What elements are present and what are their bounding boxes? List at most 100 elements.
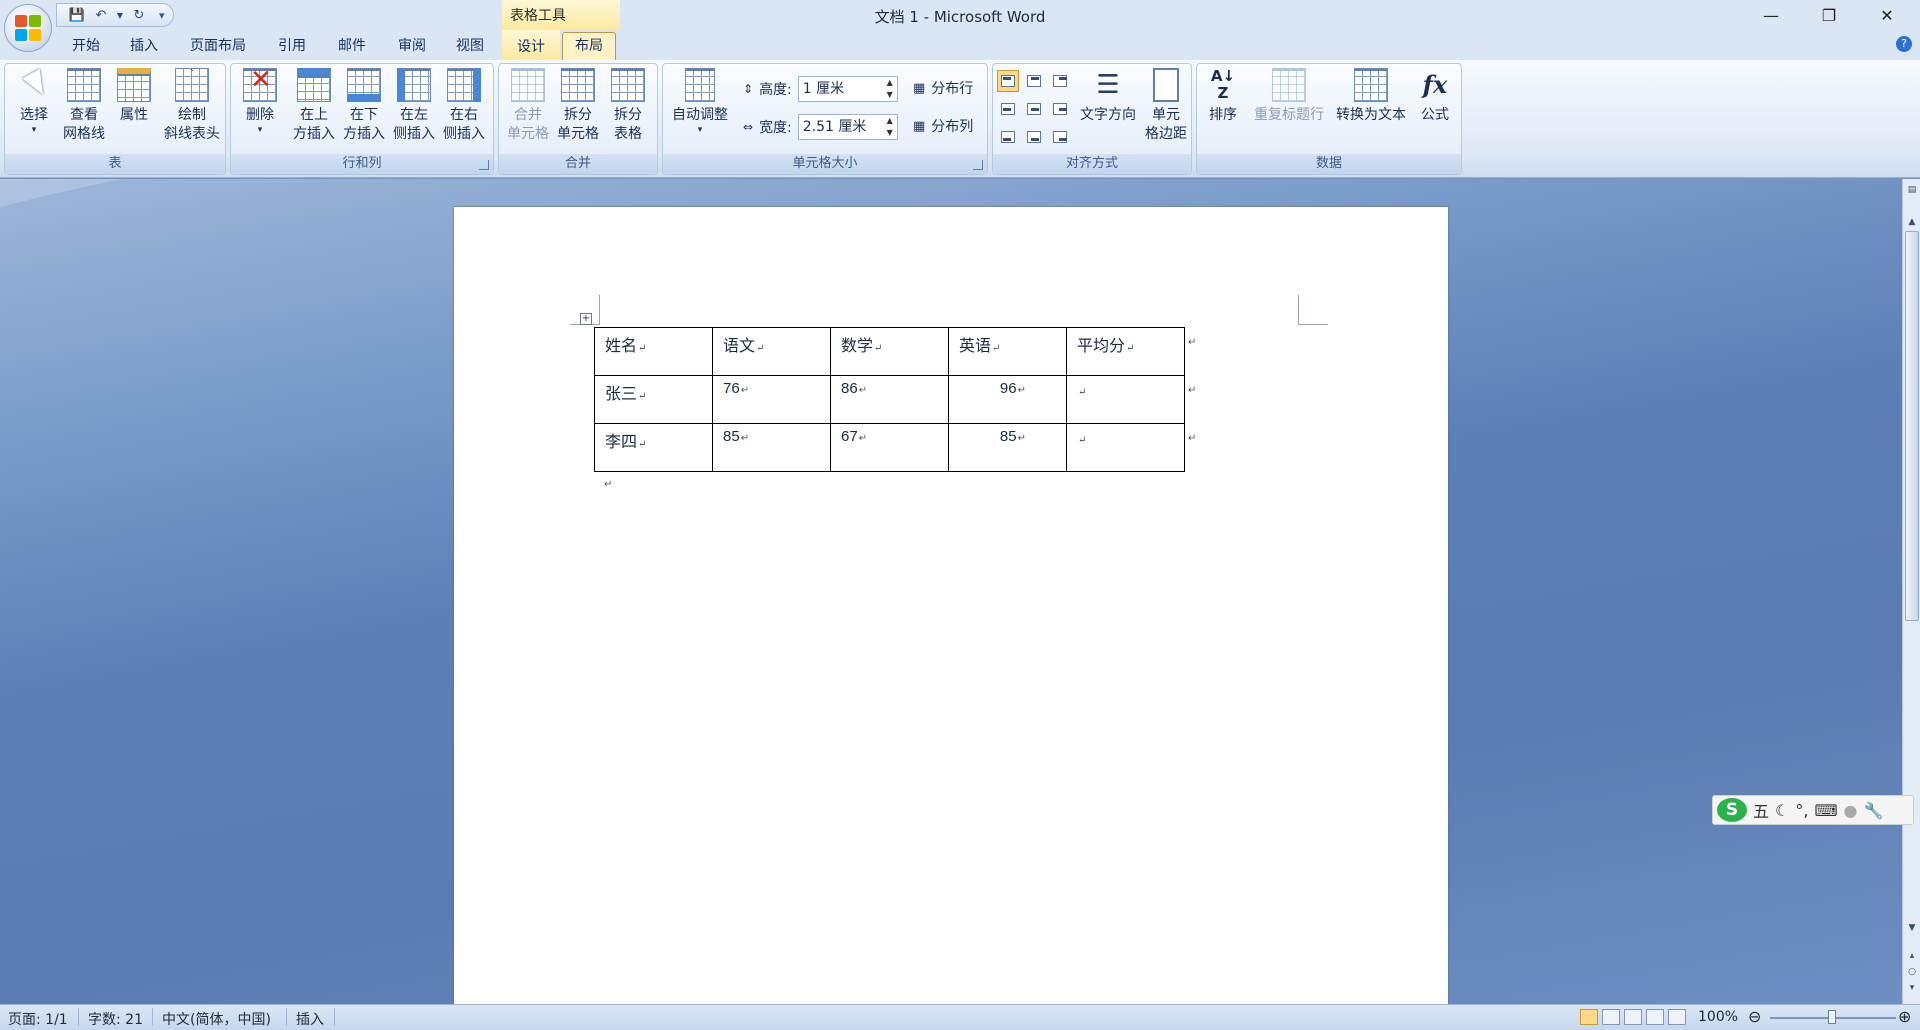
table-cell[interactable]: 李四↵ (594, 423, 713, 472)
merge-cells-button[interactable]: 合并 单元格 (503, 68, 553, 152)
align-top-center-button[interactable] (1023, 70, 1045, 92)
table-cell[interactable]: 数学↵ (830, 327, 949, 376)
draft-view-icon[interactable] (1668, 1009, 1686, 1025)
browse-object-icon[interactable]: ○ (1905, 965, 1919, 979)
document-page[interactable]: + 姓名↵ 语文↵ 数学↵ 英语↵ 平均分↵ 张三↵ 76↵ 86↵ 96↵ ↵… (454, 207, 1448, 1004)
redo-icon[interactable]: ↻ (129, 5, 149, 25)
zoom-in-icon[interactable]: ⊕ (1898, 1007, 1911, 1026)
table-cell[interactable]: ↵ (1066, 423, 1185, 472)
view-gridlines-button[interactable]: 查看 网格线 (59, 68, 109, 152)
insert-right-button[interactable]: 在右 侧插入 (439, 68, 489, 152)
table-cell[interactable]: 85↵ (712, 423, 831, 472)
align-bottom-right-button[interactable] (1049, 126, 1071, 148)
scroll-up-icon[interactable]: ▲ (1905, 215, 1919, 229)
zoom-out-icon[interactable]: ⊖ (1748, 1007, 1761, 1026)
tab-references[interactable]: 引用 (272, 35, 312, 59)
tab-home[interactable]: 开始 (66, 35, 106, 59)
formula-button[interactable]: fx 公式 (1413, 68, 1457, 152)
table-move-handle-icon[interactable]: + (580, 313, 592, 325)
save-icon[interactable]: 💾 (67, 5, 87, 25)
word-count[interactable]: 字数: 21 (88, 1009, 143, 1029)
autofit-button[interactable]: 自动调整 ▾ (665, 68, 735, 152)
height-input[interactable]: 1 厘米 ▲ ▼ (797, 76, 898, 102)
keyboard-icon[interactable]: ⌨ (1814, 801, 1837, 820)
scroll-down-icon[interactable]: ▼ (1905, 921, 1919, 935)
help-icon[interactable]: ? (1896, 36, 1912, 52)
align-bottom-left-button[interactable] (997, 126, 1019, 148)
table-cell[interactable]: 语文↵ (712, 327, 831, 376)
table-cell[interactable]: 英语↵ (948, 327, 1067, 376)
tab-insert[interactable]: 插入 (124, 35, 164, 59)
text-direction-button[interactable]: ☰ 文字方向 (1075, 68, 1141, 152)
dialog-launcher-icon[interactable] (973, 160, 983, 170)
split-table-button[interactable]: 拆分 表格 (603, 68, 653, 152)
scroll-thumb[interactable] (1905, 231, 1919, 621)
page-count[interactable]: 页面: 1/1 (8, 1009, 68, 1029)
office-button[interactable] (4, 4, 52, 52)
spinner-arrows-icon[interactable]: ▲ ▼ (887, 115, 893, 139)
repeat-header-rows-button[interactable]: 重复标题行 (1249, 68, 1329, 152)
zoom-slider-thumb[interactable] (1828, 1010, 1836, 1024)
table-cell[interactable]: 张三↵ (594, 375, 713, 424)
undo-dropdown-icon[interactable]: ▼ (115, 5, 125, 25)
split-cells-button[interactable]: 拆分 单元格 (553, 68, 603, 152)
full-screen-reading-icon[interactable] (1602, 1009, 1620, 1025)
tab-design[interactable]: 设计 (502, 30, 560, 60)
width-input[interactable]: 2.51 厘米 ▲ ▼ (797, 114, 898, 140)
wrench-icon[interactable]: 🔧 (1864, 801, 1884, 820)
customize-qat-icon[interactable]: ▾ (159, 9, 165, 22)
table-cell[interactable]: 76↵ (712, 375, 831, 424)
insert-mode[interactable]: 插入 (296, 1009, 324, 1029)
align-middle-center-button[interactable] (1023, 98, 1045, 120)
tab-layout[interactable]: 布局 (562, 32, 616, 60)
print-layout-view-icon[interactable] (1580, 1009, 1598, 1025)
table-cell[interactable]: 85↵ (948, 423, 1067, 472)
align-top-left-button[interactable] (997, 70, 1019, 92)
properties-button[interactable]: 属性 (109, 68, 159, 152)
ime-toolbar[interactable]: S 五 ☾ °, ⌨ ● 🔧 (1712, 795, 1914, 825)
language[interactable]: 中文(简体，中国) (162, 1009, 271, 1029)
zoom-level[interactable]: 100% (1698, 1009, 1738, 1025)
insert-left-button[interactable]: 在左 侧插入 (389, 68, 439, 152)
table-cell[interactable]: ↵ (1066, 375, 1185, 424)
user-icon[interactable]: ● (1844, 801, 1858, 820)
undo-icon[interactable]: ↶ (91, 5, 111, 25)
tab-mailings[interactable]: 邮件 (332, 35, 372, 59)
web-layout-icon[interactable] (1624, 1009, 1642, 1025)
distribute-rows-button[interactable]: ▦ 分布行 (913, 78, 973, 98)
draw-diagonal-header-button[interactable]: 绘制 斜线表头 (161, 68, 223, 152)
previous-page-icon[interactable]: ▴ (1905, 949, 1919, 963)
align-bottom-center-button[interactable] (1023, 126, 1045, 148)
table-cell[interactable]: 67↵ (830, 423, 949, 472)
table-cell[interactable]: 86↵ (830, 375, 949, 424)
outline-view-icon[interactable] (1646, 1009, 1664, 1025)
spinner-arrows-icon[interactable]: ▲ ▼ (887, 77, 893, 101)
minimize-button[interactable]: — (1742, 0, 1800, 30)
insert-below-button[interactable]: 在下 方插入 (339, 68, 389, 152)
sogou-logo-icon[interactable]: S (1717, 798, 1747, 822)
distribute-cols-button[interactable]: ▦ 分布列 (913, 116, 973, 136)
vertical-scrollbar[interactable]: ▤ ▲ ▼ ▴ ○ ▾ (1902, 179, 1920, 1004)
score-table[interactable]: 姓名↵ 语文↵ 数学↵ 英语↵ 平均分↵ 张三↵ 76↵ 86↵ 96↵ ↵ 李… (594, 327, 1185, 472)
table-cell[interactable]: 姓名↵ (594, 327, 713, 376)
sort-button[interactable]: A↓ Z 排序 (1201, 68, 1245, 152)
insert-above-button[interactable]: 在上 方插入 (289, 68, 339, 152)
next-page-icon[interactable]: ▾ (1905, 981, 1919, 995)
ruler-toggle-icon[interactable]: ▤ (1905, 183, 1919, 197)
close-button[interactable]: ✕ (1858, 0, 1916, 30)
select-button[interactable]: 选择 ▾ (9, 68, 59, 152)
tab-review[interactable]: 审阅 (392, 35, 432, 59)
dialog-launcher-icon[interactable] (479, 160, 489, 170)
delete-button[interactable]: ✕ 删除 ▾ (235, 65, 285, 152)
ime-mode[interactable]: 五 (1753, 798, 1769, 822)
align-top-right-button[interactable] (1049, 70, 1071, 92)
moon-icon[interactable]: ☾ (1775, 801, 1789, 820)
align-middle-right-button[interactable] (1049, 98, 1071, 120)
convert-to-text-button[interactable]: 转换为文本 (1331, 68, 1411, 152)
restore-button[interactable]: ❐ (1800, 0, 1858, 30)
table-cell[interactable]: 96↵ (948, 375, 1067, 424)
tab-page-layout[interactable]: 页面布局 (182, 35, 254, 59)
tab-view[interactable]: 视图 (450, 35, 490, 59)
align-middle-left-button[interactable] (997, 98, 1019, 120)
cell-margins-button[interactable]: 单元 格边距 (1141, 68, 1191, 152)
